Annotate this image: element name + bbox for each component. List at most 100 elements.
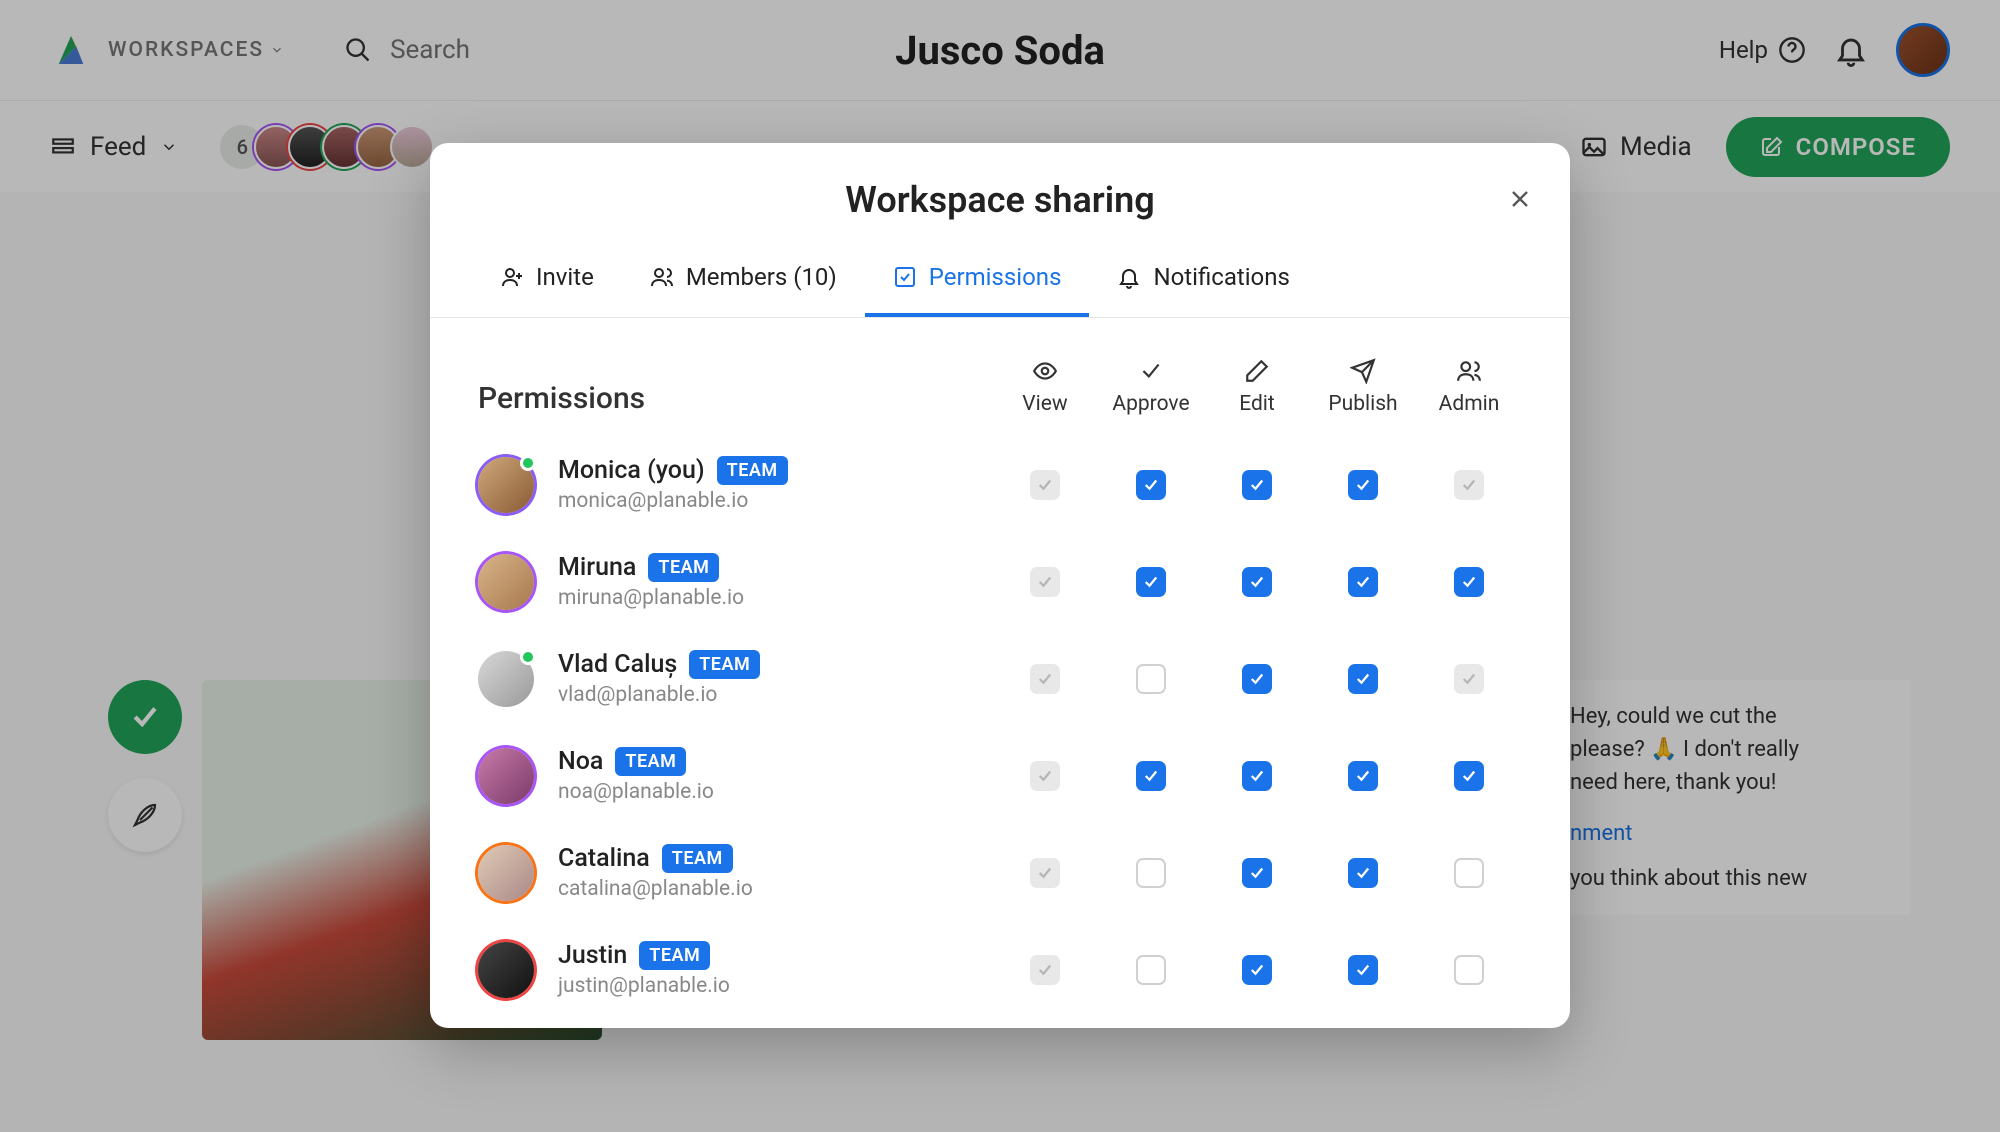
tab-label: Notifications — [1153, 263, 1289, 291]
user-plus-icon — [500, 265, 524, 289]
col-edit: Edit — [1204, 358, 1310, 416]
member-row: Miruna TEAM miruna@planable.io — [478, 553, 1522, 610]
permission-checkbox — [1030, 567, 1060, 597]
tab-permissions[interactable]: Permissions — [865, 241, 1090, 317]
member-avatar — [478, 651, 534, 707]
permission-checks — [992, 470, 1522, 500]
permission-checkbox[interactable] — [1136, 858, 1166, 888]
permission-checkbox — [1030, 664, 1060, 694]
permission-checkbox[interactable] — [1348, 567, 1378, 597]
member-email: vlad@planable.io — [558, 683, 992, 707]
member-info: Justin TEAM justin@planable.io — [558, 941, 992, 998]
permission-checkbox — [1030, 858, 1060, 888]
permission-checkbox — [1454, 664, 1484, 694]
team-badge: TEAM — [639, 941, 710, 970]
permission-checkbox[interactable] — [1242, 567, 1272, 597]
permissions-body: Permissions View Approve Edit Publish — [430, 318, 1570, 1008]
col-label: Approve — [1112, 392, 1189, 416]
permission-checkbox[interactable] — [1454, 761, 1484, 791]
member-email: noa@planable.io — [558, 780, 992, 804]
member-info: Monica (you) TEAM monica@planable.io — [558, 456, 992, 513]
modal-title: Workspace sharing — [430, 143, 1570, 241]
tab-label: Invite — [536, 263, 594, 291]
member-row: Monica (you) TEAM monica@planable.io — [478, 456, 1522, 513]
team-badge: TEAM — [615, 747, 686, 776]
member-avatar — [478, 748, 534, 804]
permission-checkbox[interactable] — [1454, 567, 1484, 597]
member-info: NoaTEAMnoa@planable.io — [558, 747, 992, 804]
member-name: Justin — [558, 941, 627, 970]
permission-checkbox[interactable] — [1348, 470, 1378, 500]
permission-checkbox[interactable] — [1242, 858, 1272, 888]
bell-icon — [1117, 265, 1141, 289]
member-avatar — [478, 942, 534, 998]
member-name: Monica (you) — [558, 456, 705, 485]
permission-checks — [992, 761, 1522, 791]
permission-checkbox[interactable] — [1136, 664, 1166, 694]
close-button[interactable] — [1506, 185, 1534, 213]
permission-checkbox[interactable] — [1348, 858, 1378, 888]
member-email: catalina@planable.io — [558, 877, 992, 901]
member-email: justin@planable.io — [558, 974, 992, 998]
member-email: monica@planable.io — [558, 489, 992, 513]
workspace-sharing-modal: Workspace sharing Invite Members (10) Pe… — [430, 143, 1570, 1028]
member-info: Miruna TEAM miruna@planable.io — [558, 553, 992, 610]
permission-checkbox[interactable] — [1136, 955, 1166, 985]
permission-checks — [992, 955, 1522, 985]
permission-checkbox[interactable] — [1136, 567, 1166, 597]
team-badge: TEAM — [662, 844, 733, 873]
tab-notifications[interactable]: Notifications — [1089, 241, 1317, 317]
permission-checkbox[interactable] — [1348, 664, 1378, 694]
team-badge: TEAM — [648, 553, 719, 582]
presence-dot — [520, 455, 536, 471]
close-icon — [1506, 185, 1534, 213]
team-badge: TEAM — [689, 650, 760, 679]
permission-checks — [992, 858, 1522, 888]
col-view: View — [992, 358, 1098, 416]
team-badge: TEAM — [717, 456, 788, 485]
member-info: Vlad Caluș TEAM vlad@planable.io — [558, 650, 992, 707]
permission-checkbox[interactable] — [1454, 858, 1484, 888]
permission-checkbox — [1030, 761, 1060, 791]
permissions-header-row: Permissions View Approve Edit Publish — [478, 358, 1522, 416]
permission-checkbox[interactable] — [1242, 470, 1272, 500]
permission-checkbox[interactable] — [1348, 955, 1378, 985]
member-name: Catalina — [558, 844, 650, 873]
send-icon — [1350, 358, 1376, 384]
modal-tabs: Invite Members (10) Permissions Notifica… — [430, 241, 1570, 318]
member-row: Vlad Caluș TEAM vlad@planable.io — [478, 650, 1522, 707]
users-icon — [1456, 358, 1482, 384]
check-icon — [1138, 358, 1164, 384]
member-row: Justin TEAM justin@planable.io — [478, 941, 1522, 998]
member-avatar — [478, 554, 534, 610]
permissions-section-title: Permissions — [478, 381, 992, 416]
tab-members[interactable]: Members (10) — [622, 241, 865, 317]
member-info: Catalina TEAM catalina@planable.io — [558, 844, 992, 901]
col-label: Admin — [1439, 392, 1500, 416]
permission-checkbox[interactable] — [1136, 470, 1166, 500]
eye-icon — [1032, 358, 1058, 384]
col-label: Publish — [1328, 392, 1397, 416]
permission-checkbox — [1454, 470, 1484, 500]
tab-invite[interactable]: Invite — [472, 241, 622, 317]
permission-checks — [992, 664, 1522, 694]
pencil-icon — [1244, 358, 1270, 384]
col-label: Edit — [1239, 392, 1275, 416]
permission-checkbox[interactable] — [1242, 955, 1272, 985]
tab-label: Members (10) — [686, 263, 837, 291]
permission-checkbox[interactable] — [1242, 761, 1272, 791]
permission-checkbox[interactable] — [1242, 664, 1272, 694]
member-name: Vlad Caluș — [558, 650, 677, 679]
presence-dot — [520, 649, 536, 665]
users-icon — [650, 265, 674, 289]
permission-checkbox[interactable] — [1348, 761, 1378, 791]
member-name: Miruna — [558, 553, 636, 582]
check-square-icon — [893, 265, 917, 289]
member-avatar — [478, 457, 534, 513]
col-publish: Publish — [1310, 358, 1416, 416]
member-email: miruna@planable.io — [558, 586, 992, 610]
permission-checkbox — [1030, 470, 1060, 500]
col-label: View — [1022, 392, 1067, 416]
permission-checkbox[interactable] — [1136, 761, 1166, 791]
permission-checkbox[interactable] — [1454, 955, 1484, 985]
